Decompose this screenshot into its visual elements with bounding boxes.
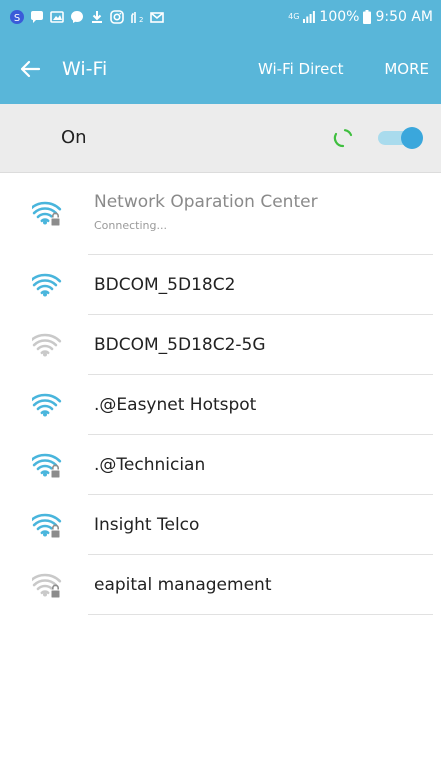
- network-item[interactable]: Insight Telco: [0, 495, 441, 555]
- status-notification-icons: S 2: [10, 9, 164, 25]
- connection-status: Connecting...: [94, 219, 167, 232]
- network-name: Network Oparation Center: [94, 192, 318, 212]
- network-name: BDCOM_5D18C2: [94, 275, 236, 295]
- back-arrow-icon[interactable]: [18, 57, 42, 81]
- messenger-icon: [71, 11, 83, 23]
- signal-icon: [303, 11, 316, 23]
- battery-icon: [363, 10, 372, 24]
- gallery-icon: [50, 11, 64, 23]
- app-bar: Wi-Fi Wi-Fi Direct MORE: [0, 34, 441, 104]
- network-name: Insight Telco: [94, 515, 200, 535]
- status-indicators: 4G 100% 9:50 AM: [288, 0, 433, 34]
- network-item[interactable]: BDCOM_5D18C2-5G: [0, 315, 441, 375]
- battery-percent: 100%: [319, 9, 360, 25]
- mail-icon: [150, 12, 164, 23]
- instagram-icon: [110, 10, 124, 24]
- network-name: .@Technician: [94, 455, 206, 475]
- download-icon: [92, 11, 102, 23]
- network-name: eapital management: [94, 575, 272, 595]
- network-item[interactable]: BDCOM_5D18C2: [0, 255, 441, 315]
- data-usage-icon: 2: [131, 12, 143, 24]
- wifi-secured-icon: [32, 453, 62, 479]
- wifi-secured-icon: [32, 513, 62, 539]
- switch-knob: [401, 127, 423, 149]
- wifi-icon: [32, 393, 62, 417]
- network-item[interactable]: .@Easynet Hotspot: [0, 375, 441, 435]
- network-list: Network Oparation Center Connecting... B…: [0, 173, 441, 615]
- notification-s-icon: S: [10, 10, 24, 24]
- wifi-icon: [32, 273, 62, 297]
- wifi-toggle-switch[interactable]: [378, 127, 424, 149]
- network-type: 4G: [288, 12, 300, 21]
- loading-spinner-icon: [333, 129, 353, 148]
- wifi-weak-icon: [32, 333, 62, 357]
- wifi-direct-button[interactable]: Wi-Fi Direct: [258, 34, 343, 104]
- wifi-secured-weak-icon: [32, 573, 62, 599]
- wifi-secured-icon: [32, 201, 62, 227]
- network-item[interactable]: eapital management: [0, 555, 441, 615]
- svg-text:2: 2: [139, 16, 143, 24]
- svg-text:S: S: [14, 13, 20, 24]
- status-bar: S 2 4G 100% 9:50 AM: [0, 0, 441, 34]
- page-title: Wi-Fi: [62, 58, 108, 80]
- more-button[interactable]: MORE: [384, 34, 429, 104]
- wifi-state-label: On: [61, 127, 87, 148]
- network-item[interactable]: Network Oparation Center Connecting...: [0, 173, 441, 255]
- network-item[interactable]: .@Technician: [0, 435, 441, 495]
- chat-icon: [31, 11, 43, 23]
- network-name: BDCOM_5D18C2-5G: [94, 335, 266, 355]
- clock: 9:50 AM: [375, 9, 433, 25]
- network-name: .@Easynet Hotspot: [94, 395, 257, 415]
- wifi-toggle-row[interactable]: On: [0, 104, 441, 173]
